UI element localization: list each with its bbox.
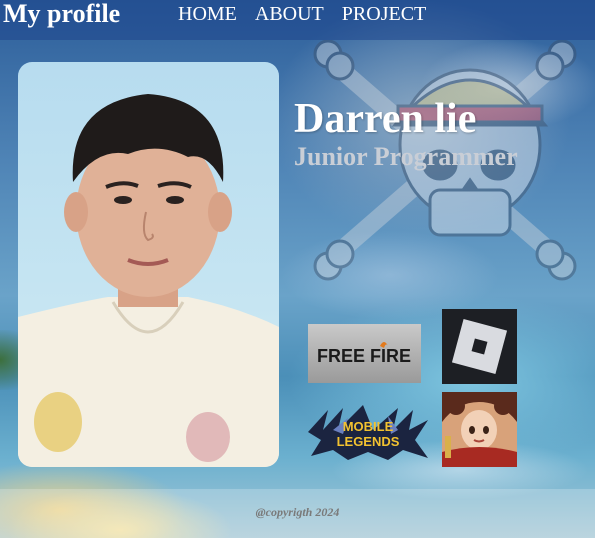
free-fire-logo-text: FREE FIRE xyxy=(317,346,411,366)
profile-portrait-drawing xyxy=(18,94,279,467)
profile-photo xyxy=(18,62,279,467)
profile-name: Darren lie xyxy=(294,96,477,142)
roblox-logo[interactable] xyxy=(442,309,517,384)
free-fire-logo[interactable]: FREE FIRE xyxy=(308,324,421,383)
footer: @copyrigth 2024 xyxy=(0,489,595,538)
hero-portrait-logo[interactable] xyxy=(442,392,517,467)
copyright-text: @copyrigth 2024 xyxy=(255,505,340,519)
mobile-legends-logo[interactable]: MOBILE LEGENDS xyxy=(303,400,433,464)
top-nav-bar: My profile HOME ABOUT PROJECT xyxy=(0,0,595,40)
mobile-legends-logo-text-top: MOBILE xyxy=(343,419,394,434)
nav-links: HOME ABOUT PROJECT xyxy=(178,2,426,26)
mobile-legends-logo-text-bottom: LEGENDS xyxy=(337,434,400,449)
profile-role: Junior Programmer xyxy=(294,142,518,171)
nav-home-link[interactable]: HOME xyxy=(178,2,237,26)
nav-about-link[interactable]: ABOUT xyxy=(255,2,324,26)
nav-project-link[interactable]: PROJECT xyxy=(342,2,426,26)
site-title[interactable]: My profile xyxy=(3,0,120,30)
